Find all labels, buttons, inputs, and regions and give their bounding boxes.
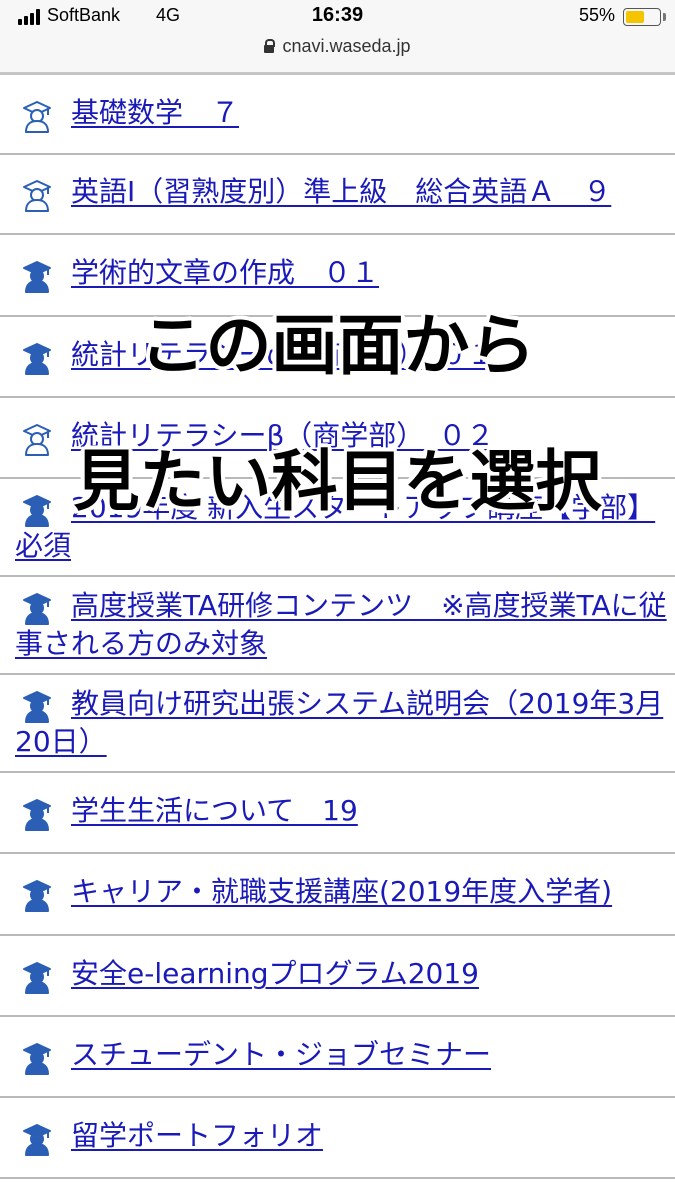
list-item[interactable]: 高度授業TA研修コンテンツ ※高度授業TAに従事される方のみ対象 [0,577,675,675]
list-item[interactable]: 統計リテラシーβ（商学部） ０２ [0,398,675,479]
course-link[interactable]: 基礎数学 ７ [71,97,675,129]
course-list: 基礎数学 ７ 英語Ⅰ（習熟度別）準上級 総合英語Ａ ９ 学術的文章の作成 ０１ 統計リ… [0,73,675,1179]
list-item[interactable]: キャリア・就職支援講座(2019年度入学者) [0,854,675,936]
course-link[interactable]: 学生生活について 19 [71,795,675,827]
list-item[interactable]: 統計リテラシーα（商学部） ０１ [0,317,675,398]
graduate-icon-filled [20,960,54,994]
graduate-icon-outline [20,422,54,456]
battery-tip [663,13,666,21]
course-link[interactable]: 学術的文章の作成 ０１ [71,257,675,289]
list-item[interactable]: 2019年度 新入生スタートアップ講座【学部】必須 [0,479,675,577]
graduate-icon-outline [20,99,54,133]
list-item[interactable]: 安全e-learningプログラム2019 [0,936,675,1017]
course-link[interactable]: 高度授業TA研修コンテンツ ※高度授業TAに従事される方のみ対象 [15,587,675,663]
status-bar: SoftBank 4G 16:39 55% cnavi.waseda.jp [0,0,675,73]
course-link[interactable]: 安全e-learningプログラム2019 [71,958,675,990]
url-bar[interactable]: cnavi.waseda.jp [0,36,675,57]
course-link[interactable]: 統計リテラシーβ（商学部） ０２ [71,420,675,452]
list-item[interactable]: 学術的文章の作成 ０１ [0,235,675,317]
battery-percent: 55% [578,5,615,25]
course-link[interactable]: 留学ポートフォリオ [71,1120,675,1152]
url-text: cnavi.waseda.jp [282,36,411,56]
graduate-icon-filled [20,878,54,912]
course-link[interactable]: 英語Ⅰ（習熟度別）準上級 総合英語Ａ ９ [71,176,675,208]
graduate-icon-filled [20,259,54,293]
list-item[interactable]: 英語Ⅰ（習熟度別）準上級 総合英語Ａ ９ [0,155,675,235]
graduate-icon-filled [20,797,54,831]
graduate-icon-filled [20,1041,54,1075]
course-link[interactable]: 統計リテラシーα（商学部） ０１ [71,339,675,371]
list-item[interactable]: 学生生活について 19 [0,773,675,854]
battery-fill [626,11,644,23]
course-link[interactable]: スチューデント・ジョブセミナー [71,1039,675,1071]
course-link[interactable]: 2019年度 新入生スタートアップ講座【学部】必須 [15,489,675,565]
graduate-icon-filled [20,1122,54,1156]
list-item[interactable]: 留学ポートフォリオ [0,1098,675,1179]
clock: 16:39 [311,4,364,26]
course-link[interactable]: キャリア・就職支援講座(2019年度入学者) [71,876,675,908]
battery-icon [623,8,661,26]
lock-icon [264,39,276,53]
list-item[interactable]: 基礎数学 ７ [0,73,675,155]
graduate-icon-outline [20,178,54,212]
course-link[interactable]: 教員向け研究出張システム説明会（2019年3月20日） [15,685,675,761]
graduate-icon-filled [20,341,54,375]
list-item[interactable]: スチューデント・ジョブセミナー [0,1017,675,1098]
list-item[interactable]: 教員向け研究出張システム説明会（2019年3月20日） [0,675,675,773]
